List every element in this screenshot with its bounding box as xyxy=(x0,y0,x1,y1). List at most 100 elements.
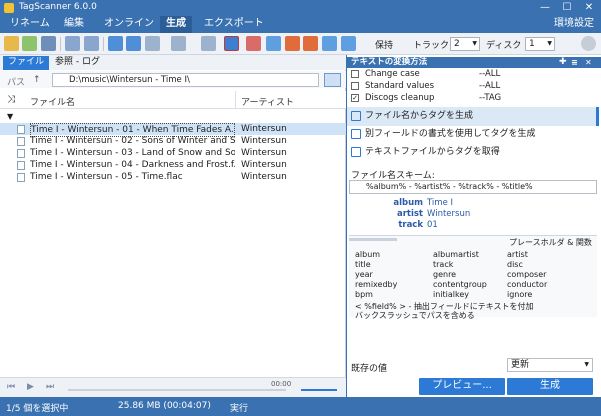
preview-value: 01 xyxy=(427,220,438,230)
path-label: パス xyxy=(7,78,26,88)
file-row[interactable]: Time I - Wintersun - 02 - Sons of Winter… xyxy=(0,135,346,147)
search-icon[interactable] xyxy=(201,36,216,51)
action-tag-from-textfile[interactable]: テキストファイルからタグを取得 xyxy=(347,143,599,162)
tag-from-field-icon xyxy=(351,129,361,139)
file-row[interactable]: Time I - Wintersun - 04 - Darkness and F… xyxy=(0,159,346,171)
sync-icon[interactable] xyxy=(126,36,141,51)
browse-folder-icon[interactable] xyxy=(324,73,341,87)
maximize-button[interactable]: ☐ xyxy=(556,0,578,16)
menu-export[interactable]: エクスポート xyxy=(198,16,270,33)
menu-rename[interactable]: リネーム xyxy=(4,16,56,33)
menu-edit[interactable]: 編集 xyxy=(58,16,90,33)
tab-browse-log[interactable]: 参照 - ログ xyxy=(50,56,105,70)
conversion-item[interactable]: Standard values --ALL xyxy=(349,81,597,92)
conversion-checkbox[interactable] xyxy=(351,70,359,78)
conversion-item[interactable]: ✓ Discogs cleanup --TAG xyxy=(349,93,597,104)
file-row[interactable]: Time I - Wintersun - 05 - Time.flac Wint… xyxy=(0,171,346,183)
window-title: TagScanner 6.0.0 xyxy=(19,2,97,12)
generate-panel: テキストの変換方法 ✚ ≡ ✕ Change case --ALL Standa… xyxy=(347,55,601,397)
placeholder-item[interactable]: initialkey xyxy=(433,290,469,299)
minimize-button[interactable]: — xyxy=(534,0,556,16)
placeholder-item[interactable]: genre xyxy=(433,270,456,279)
placeholder-item[interactable]: composer xyxy=(507,270,546,279)
close-panel-icon[interactable]: ✕ xyxy=(585,57,592,68)
title-bar: TagScanner 6.0.0 — ☐ ✕ xyxy=(0,0,601,16)
add-folder-icon[interactable] xyxy=(22,36,37,51)
placeholder-item[interactable]: albumartist xyxy=(433,250,479,259)
placeholder-item[interactable]: remixedby xyxy=(355,280,397,289)
open-folder-icon[interactable] xyxy=(4,36,19,51)
panel-splitter[interactable] xyxy=(349,238,397,241)
placeholder-item[interactable]: track xyxy=(433,260,453,269)
placeholder-item[interactable]: year xyxy=(355,270,373,279)
seek-slider[interactable] xyxy=(68,389,286,391)
tab-files[interactable]: ファイル xyxy=(3,56,50,70)
volume-slider[interactable] xyxy=(301,389,337,391)
conversion-header: テキストの変換方法 ✚ ≡ ✕ xyxy=(347,57,601,68)
conversion-checkbox[interactable] xyxy=(351,82,359,90)
file-list-header: ⤨ ファイル名 アーティスト xyxy=(0,91,346,109)
filter-icon[interactable] xyxy=(145,36,160,51)
tag-read-icon[interactable] xyxy=(303,36,318,51)
save-mode-label[interactable]: 保持 xyxy=(375,38,393,51)
action-tag-from-filename[interactable]: ファイル名からタグを生成 xyxy=(347,107,599,126)
preview-value: Time I xyxy=(427,198,454,208)
shuffle-icon[interactable]: ⤨ xyxy=(7,94,15,105)
menu-generate[interactable]: 生成 xyxy=(160,16,192,33)
toolbar-separator xyxy=(60,37,61,51)
path-bar: パス ↑ D:\music\Wintersun - Time I\ xyxy=(0,71,346,88)
status-selection: 1/5 個を選択中 xyxy=(6,404,69,414)
up-folder-icon[interactable]: ↑ xyxy=(33,75,41,85)
tag-copy-icon[interactable] xyxy=(266,36,281,51)
placeholder-item[interactable]: disc xyxy=(507,260,523,269)
track-stepper[interactable]: 2 ▼ xyxy=(450,37,480,51)
play-icon[interactable]: ▶ xyxy=(27,382,34,392)
move-icon[interactable] xyxy=(108,36,123,51)
placeholder-item[interactable]: album xyxy=(355,250,380,259)
placeholder-item[interactable]: artist xyxy=(507,250,528,259)
preview-button[interactable]: プレビュー... xyxy=(419,378,505,395)
prev-track-icon[interactable]: ⏮ xyxy=(7,382,15,392)
placeholder-item[interactable]: conductor xyxy=(507,280,547,289)
add-icon[interactable]: ✚ xyxy=(559,57,567,68)
close-button[interactable]: ✕ xyxy=(578,0,600,16)
export-icon[interactable] xyxy=(322,36,337,51)
next-track-icon[interactable]: ⏭ xyxy=(46,382,54,392)
path-input[interactable]: D:\music\Wintersun - Time I\ xyxy=(52,73,319,87)
grid-icon[interactable] xyxy=(65,36,80,51)
placeholder-item[interactable]: bpm xyxy=(355,290,373,299)
scheme-input[interactable]: %album% - %artist% - %track% - %title% xyxy=(349,180,597,194)
conversion-item[interactable]: Change case --ALL xyxy=(349,69,597,80)
select-all-icon[interactable] xyxy=(84,36,99,51)
app-icon xyxy=(4,3,14,13)
tag-from-textfile-icon xyxy=(351,147,361,157)
column-artist[interactable]: アーティスト xyxy=(241,95,294,108)
tag-write-icon[interactable] xyxy=(285,36,300,51)
remove-tag-icon[interactable] xyxy=(246,36,261,51)
conversion-checkbox[interactable]: ✓ xyxy=(351,94,359,102)
collapse-arrow-icon[interactable]: ▼ xyxy=(7,112,13,121)
placeholder-item[interactable]: ignore xyxy=(507,290,532,299)
undo-icon[interactable] xyxy=(41,36,56,51)
chevron-down-icon: ▼ xyxy=(584,361,589,368)
file-row[interactable]: Time I - Wintersun - 01 - When Time Fade… xyxy=(0,123,346,137)
placeholder-item[interactable]: contentgroup xyxy=(433,280,487,289)
disc-label: ディスク xyxy=(486,41,522,51)
track-label: トラック xyxy=(413,41,450,51)
existing-value-select[interactable]: 更新 ▼ xyxy=(507,358,593,372)
existing-value-label: 既存の値 xyxy=(351,364,388,374)
menu-online[interactable]: オンライン xyxy=(98,16,160,33)
help-icon[interactable] xyxy=(581,36,596,51)
placeholder-item[interactable]: title xyxy=(355,260,371,269)
generate-mode-icon[interactable] xyxy=(224,36,239,51)
column-filename[interactable]: ファイル名 xyxy=(30,95,75,108)
generate-button[interactable]: 生成 xyxy=(507,378,593,395)
action-tag-from-field[interactable]: 別フィールドの書式を使用してタグを生成 xyxy=(347,125,599,144)
disc-stepper[interactable]: 1 ▼ xyxy=(525,37,555,51)
menu-settings[interactable]: 環境設定 xyxy=(548,16,600,33)
sort-icon[interactable] xyxy=(171,36,186,51)
list-icon[interactable]: ≡ xyxy=(571,57,578,68)
import-icon[interactable] xyxy=(341,36,356,51)
tag-from-filename-icon xyxy=(351,111,361,121)
file-row[interactable]: Time I - Wintersun - 03 - Land of Snow a… xyxy=(0,147,346,159)
